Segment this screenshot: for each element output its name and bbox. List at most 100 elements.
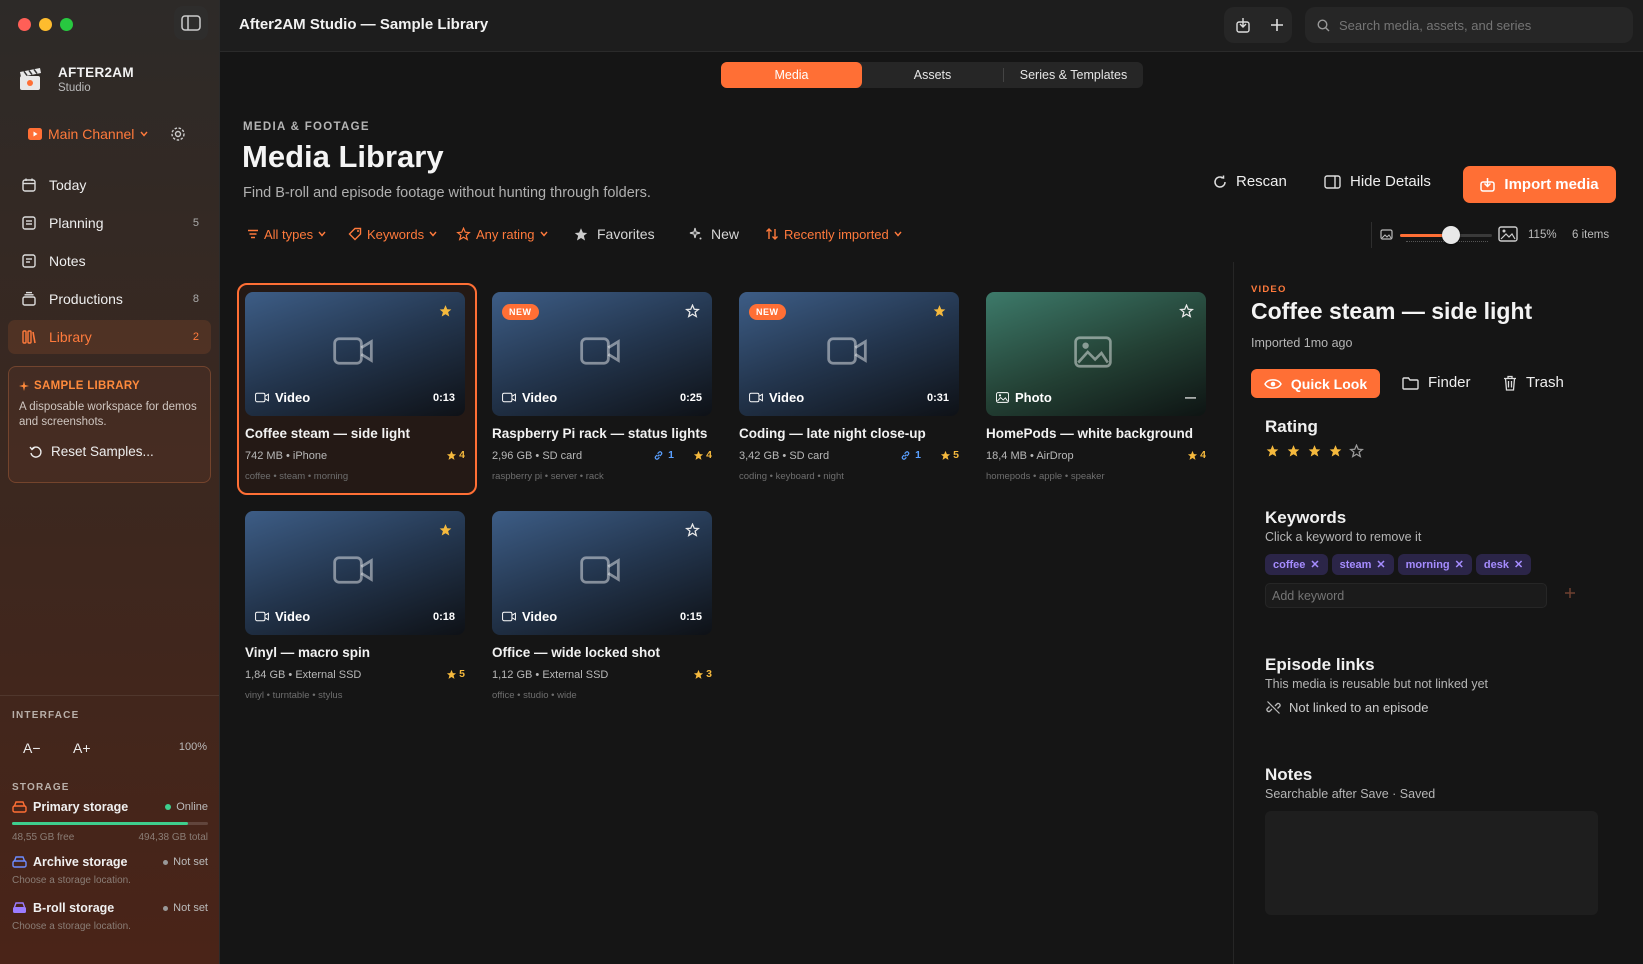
reset-samples-button[interactable]: Reset Samples... <box>29 444 154 459</box>
media-card[interactable]: Video 0:13 Coffee steam — side light 742 MB… <box>237 283 477 496</box>
archive-storage[interactable]: Archive storage Not set Choose a storage… <box>12 855 208 886</box>
notes-textarea[interactable] <box>1265 811 1598 915</box>
keyword-chip[interactable]: morning ✕ <box>1397 554 1472 575</box>
sidebar-item-today[interactable]: Today <box>8 168 211 202</box>
rating-stars[interactable] <box>1265 444 1364 458</box>
tab-series-templates[interactable]: Series & Templates <box>1004 62 1143 88</box>
star-icon <box>693 669 704 680</box>
channel-icon <box>28 128 42 140</box>
toolbar: After2AM Studio — Sample Library <box>220 0 1643 52</box>
new-filter[interactable]: New <box>689 224 739 244</box>
rating-star-icon[interactable] <box>1307 444 1322 458</box>
media-card[interactable]: Video 0:18 Vinyl — macro spin 1,84 GB • Ext… <box>245 511 465 715</box>
add-keyword-button[interactable] <box>1564 587 1576 599</box>
media-thumbnail[interactable]: Video 0:18 <box>245 511 465 635</box>
media-card[interactable]: NEW Video 0:25 Raspberry Pi rack — status l… <box>492 292 712 496</box>
slider-handle[interactable] <box>1441 226 1460 244</box>
favorite-star-icon[interactable] <box>1179 304 1194 318</box>
rating-value: 4 <box>1200 449 1206 461</box>
rating-filter[interactable]: Any rating <box>456 224 548 244</box>
import-icon <box>1480 177 1496 192</box>
media-card[interactable]: Video 0:15 Office — wide locked shot 1,12 G… <box>492 511 712 715</box>
drive-icon <box>12 801 27 813</box>
hide-details-button[interactable]: Hide Details <box>1324 173 1431 190</box>
rating-star-icon[interactable] <box>1265 444 1280 458</box>
media-thumbnail[interactable]: NEW Video 0:25 <box>492 292 712 416</box>
sidebar-item-productions[interactable]: Productions 8 <box>8 282 211 316</box>
storage-status: Not set <box>173 902 208 914</box>
keyword-chip[interactable]: desk ✕ <box>1475 554 1532 575</box>
rating-filter-label: Any rating <box>476 226 535 242</box>
search-input[interactable] <box>1339 17 1619 33</box>
add-keyword-input[interactable] <box>1272 588 1532 603</box>
media-card[interactable]: NEW Video 0:31 Coding — late night close-up… <box>739 292 959 496</box>
detail-title: Coffee steam — side light <box>1251 298 1533 324</box>
export-button[interactable] <box>1226 8 1260 42</box>
sidebar-item-notes[interactable]: Notes <box>8 244 211 278</box>
gear-icon[interactable] <box>170 126 186 142</box>
remove-keyword-icon: ✕ <box>1513 559 1524 571</box>
media-card[interactable]: Photo — HomePods — white background 18,4 MB… <box>986 292 1206 496</box>
decrease-text-size-button[interactable]: A− <box>23 740 41 756</box>
sidebar-item-planning[interactable]: Planning 5 <box>8 206 211 240</box>
quick-look-button[interactable]: Quick Look <box>1251 369 1380 398</box>
add-keyword-field[interactable] <box>1265 583 1547 608</box>
keyword-chip[interactable]: coffee ✕ <box>1265 554 1328 575</box>
clipboard-icon <box>20 214 38 232</box>
media-thumbnail[interactable]: Photo — <box>986 292 1206 416</box>
favorite-star-icon[interactable] <box>685 304 700 318</box>
close-window-button[interactable] <box>18 18 31 31</box>
type-filter[interactable]: All types <box>247 224 326 244</box>
video-camera-icon <box>827 336 867 366</box>
favorite-star-icon[interactable] <box>438 304 453 318</box>
media-thumbnail[interactable]: Video 0:13 <box>245 292 465 416</box>
toggle-sidebar-button[interactable] <box>174 6 208 40</box>
tab-assets[interactable]: Assets <box>862 62 1003 88</box>
broll-storage[interactable]: B-roll storage Not set Choose a storage … <box>12 901 208 932</box>
media-rating: 4 <box>693 449 712 461</box>
tab-media[interactable]: Media <box>721 62 862 88</box>
search-field[interactable] <box>1305 7 1633 43</box>
small-thumbnail-icon <box>1380 229 1393 240</box>
favorite-star-icon[interactable] <box>685 523 700 537</box>
minimize-window-button[interactable] <box>39 18 52 31</box>
plus-icon <box>1564 587 1576 599</box>
sidebar-item-library[interactable]: Library 2 <box>8 320 211 354</box>
media-thumbnail[interactable]: Video 0:15 <box>492 511 712 635</box>
sort-menu[interactable]: Recently imported <box>765 224 902 244</box>
remove-keyword-icon: ✕ <box>1376 559 1386 571</box>
import-media-button[interactable]: Import media <box>1463 166 1616 203</box>
finder-button[interactable]: Finder <box>1402 374 1471 391</box>
trash-button[interactable]: Trash <box>1503 374 1564 391</box>
drive-icon <box>12 902 27 914</box>
trash-label: Trash <box>1526 374 1564 391</box>
favorites-filter[interactable]: Favorites <box>573 224 655 244</box>
keywords-filter[interactable]: Keywords <box>348 224 437 244</box>
favorite-star-icon[interactable] <box>932 304 947 318</box>
rescan-button[interactable]: Rescan <box>1212 173 1287 190</box>
sidebar-item-count: 8 <box>192 293 199 305</box>
primary-storage[interactable]: Primary storage Online 48,55 GB free 494… <box>12 800 208 843</box>
rating-star-icon[interactable] <box>1328 444 1343 458</box>
media-thumbnail[interactable]: NEW Video 0:31 <box>739 292 959 416</box>
sidebar-item-label: Productions <box>49 291 123 307</box>
channel-selector[interactable]: Main Channel <box>28 126 148 142</box>
star-outline-icon <box>456 227 471 241</box>
media-kind: Video <box>749 390 804 405</box>
favorite-star-icon[interactable] <box>438 523 453 537</box>
notes-hint: Searchable after Save · Saved <box>1265 787 1436 801</box>
keyword-chip[interactable]: steam ✕ <box>1331 554 1394 575</box>
media-tags: raspberry pi • server • rack <box>492 471 604 482</box>
storage-label: STORAGE <box>12 782 70 793</box>
rating-star-icon[interactable] <box>1286 444 1301 458</box>
increase-text-size-button[interactable]: A+ <box>73 740 91 756</box>
zoom-window-button[interactable] <box>60 18 73 31</box>
media-meta: 1,84 GB • External SSD <box>245 669 362 681</box>
media-tags: vinyl • turntable • stylus <box>245 690 343 701</box>
media-kind-label: Photo <box>1015 390 1052 405</box>
thumbnail-size-slider[interactable] <box>1400 226 1492 244</box>
storage-status: Online <box>176 801 208 813</box>
rating-star-icon[interactable] <box>1349 444 1364 458</box>
add-button[interactable] <box>1260 8 1294 42</box>
episode-link-count: 1 <box>653 449 674 461</box>
